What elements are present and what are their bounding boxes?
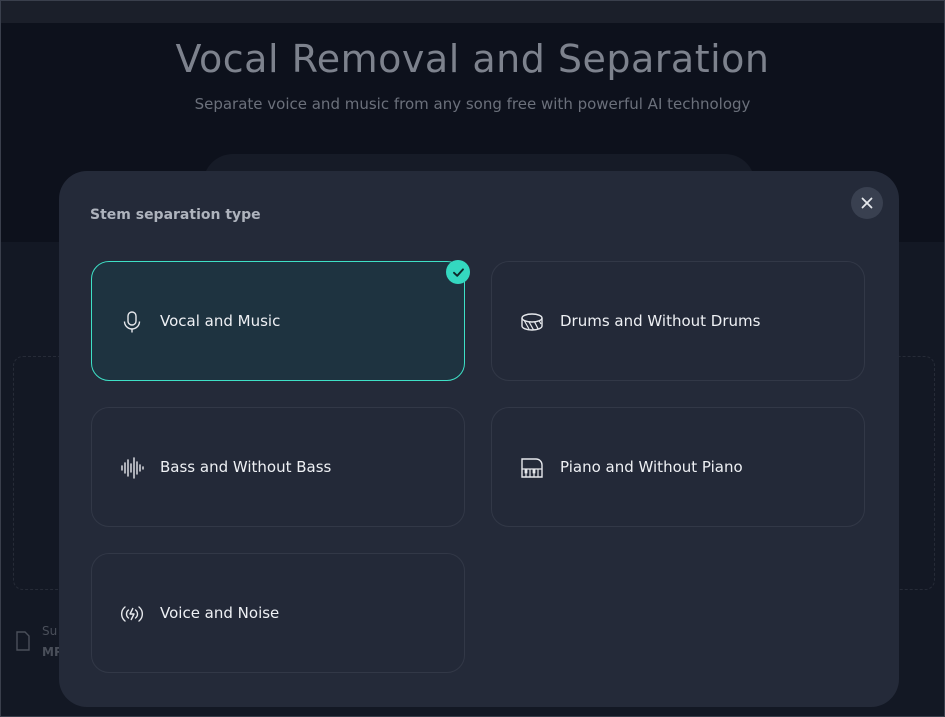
stem-separation-modal: Stem separation type Vocal and Music Dru…: [59, 171, 899, 707]
option-label: Vocal and Music: [160, 312, 281, 330]
option-label: Voice and Noise: [160, 604, 280, 622]
file-icon: [16, 631, 30, 651]
selected-check-badge: [446, 260, 470, 284]
modal-heading: Stem separation type: [90, 207, 261, 223]
option-drums[interactable]: Drums and Without Drums: [491, 261, 865, 381]
microphone-icon: [123, 311, 141, 333]
drum-icon: [521, 313, 543, 331]
supported-formats-label: Su: [42, 624, 58, 638]
sound-wave-icon: [121, 457, 144, 479]
page-title: Vocal Removal and Separation: [175, 37, 770, 81]
top-bar: [1, 1, 944, 23]
page-subtitle: Separate voice and music from any song f…: [194, 95, 751, 113]
app-window: Vocal Removal and Separation Separate vo…: [0, 0, 945, 717]
close-button[interactable]: [851, 187, 883, 219]
option-vocal-and-music[interactable]: Vocal and Music: [91, 260, 470, 381]
option-label: Piano and Without Piano: [560, 458, 743, 476]
option-piano[interactable]: Piano and Without Piano: [491, 407, 865, 527]
option-label: Bass and Without Bass: [160, 458, 332, 476]
close-icon: [861, 197, 873, 209]
option-bass[interactable]: Bass and Without Bass: [91, 407, 465, 527]
check-icon: [452, 267, 464, 277]
piano-icon: [521, 458, 543, 478]
option-label: Drums and Without Drums: [560, 312, 761, 330]
option-voice-and-noise[interactable]: Voice and Noise: [91, 553, 465, 673]
noise-icon: [121, 606, 143, 622]
